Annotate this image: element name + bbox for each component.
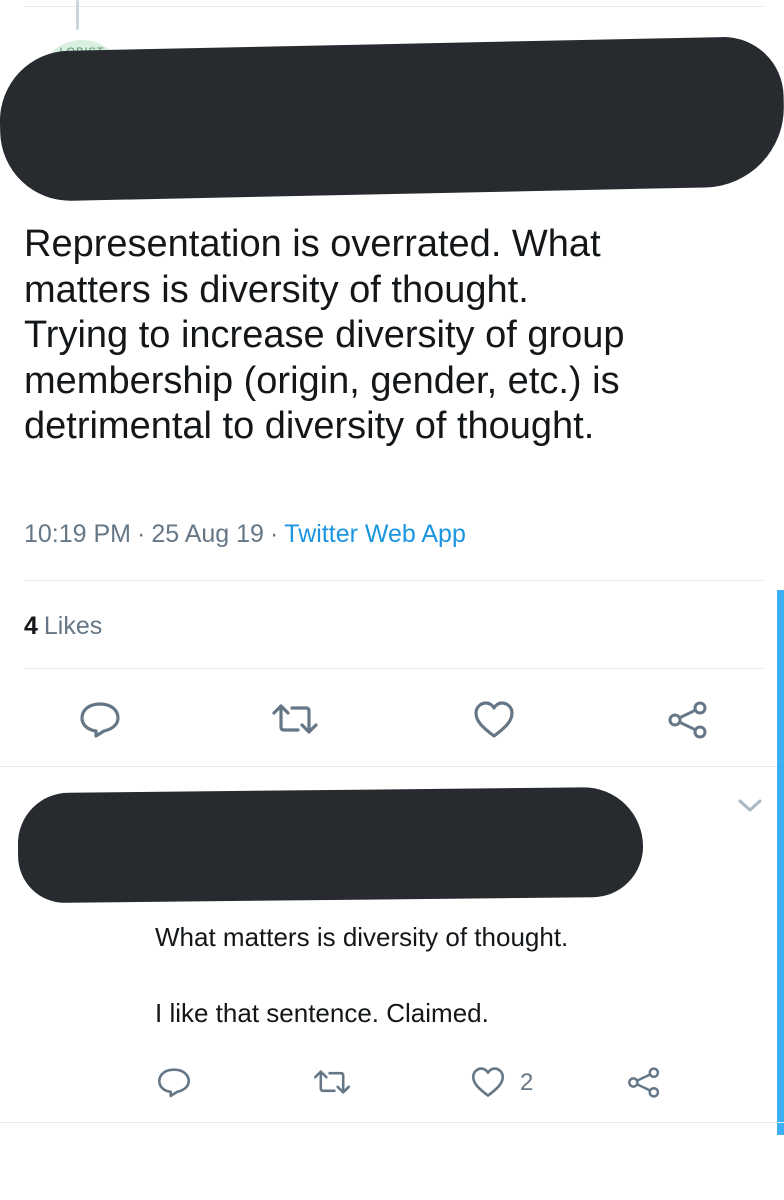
- like-count: 2: [520, 1068, 534, 1096]
- chevron-down-icon[interactable]: [736, 797, 764, 820]
- heart-icon[interactable]: [470, 1066, 506, 1099]
- reply-icon[interactable]: [156, 1066, 192, 1098]
- like-button[interactable]: 2: [470, 1066, 533, 1099]
- divider: [24, 668, 764, 669]
- likes-summary[interactable]: 4 Likes: [24, 612, 102, 641]
- top-divider: [24, 6, 764, 7]
- likes-label: Likes: [43, 612, 103, 640]
- tweet-metadata: 10:19 PM · 25 Aug 19 · Twitter Web App: [24, 520, 466, 549]
- divider: [0, 1122, 784, 1123]
- tweet-date[interactable]: 25 Aug 19: [151, 520, 264, 548]
- reply-tweet-text: What matters is diversity of thought. I …: [155, 922, 569, 1028]
- retweet-icon[interactable]: [270, 702, 320, 736]
- thread-connector-line: [76, 0, 79, 30]
- redaction-user-header: [0, 35, 784, 203]
- redaction-reply-header: [17, 786, 644, 904]
- divider: [24, 580, 764, 581]
- scrollbar[interactable]: [777, 590, 784, 1135]
- meta-separator: ·: [137, 520, 146, 548]
- likes-count: 4: [24, 612, 38, 640]
- tweet-text: Representation is overrated. What matter…: [24, 223, 625, 447]
- retweet-icon[interactable]: [312, 1068, 352, 1096]
- heart-icon[interactable]: [472, 700, 516, 740]
- meta-separator: ·: [269, 520, 279, 548]
- tweet-time[interactable]: 10:19 PM: [24, 520, 131, 548]
- share-icon[interactable]: [626, 1066, 662, 1099]
- tweet-source-link[interactable]: Twitter Web App: [284, 520, 466, 548]
- reply-icon[interactable]: [78, 700, 122, 738]
- divider: [0, 766, 784, 767]
- share-icon[interactable]: [666, 700, 710, 740]
